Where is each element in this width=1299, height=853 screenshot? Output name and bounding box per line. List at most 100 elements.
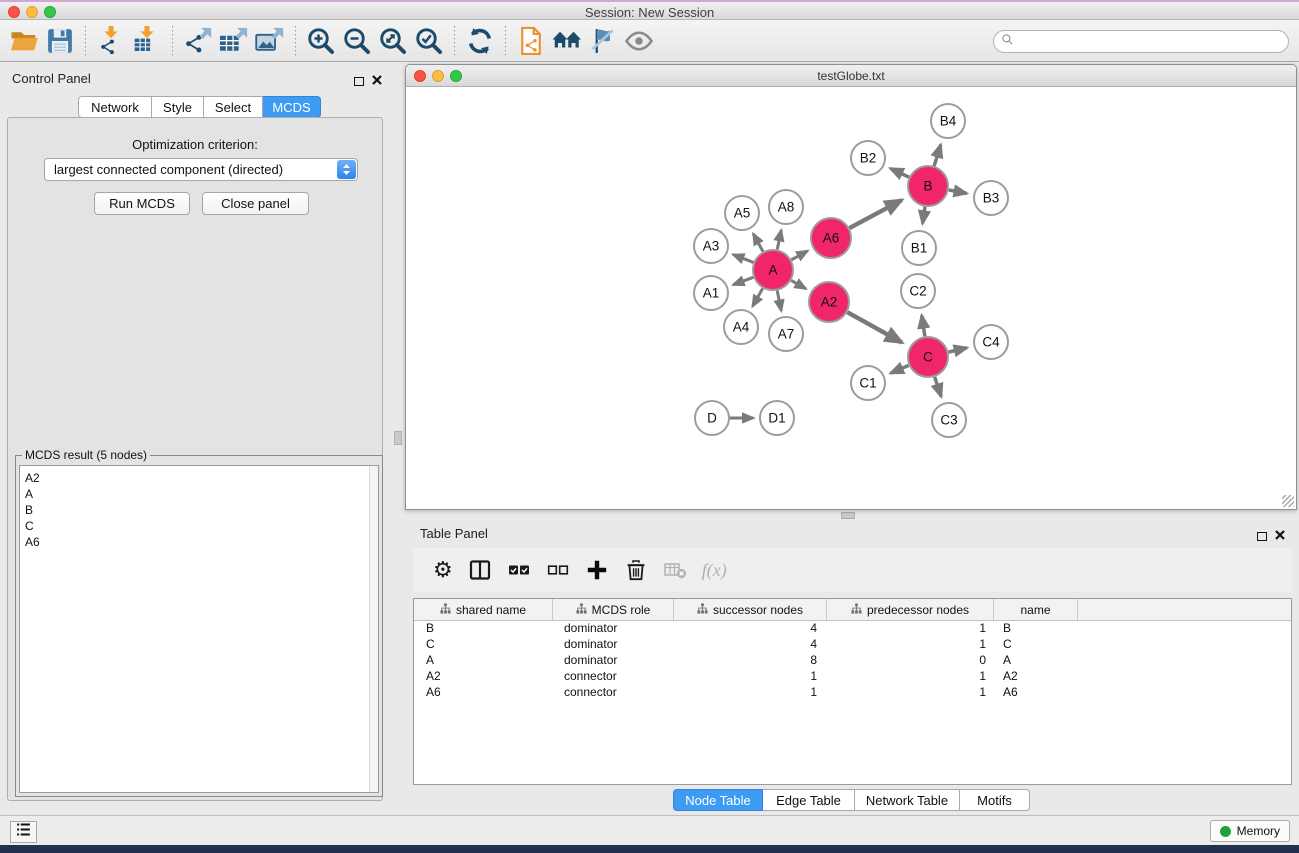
criterion-dropdown[interactable]: largest connected component (directed) bbox=[44, 158, 358, 181]
graph-edge-A6-B[interactable] bbox=[850, 200, 902, 228]
network-window-titlebar[interactable]: testGlobe.txt bbox=[406, 65, 1296, 87]
graph-edge-B-B3[interactable] bbox=[949, 190, 967, 193]
mcds-result-list[interactable]: A2ABCA6 bbox=[19, 465, 379, 793]
toolbar-separator bbox=[85, 26, 86, 56]
graph-edge-C-C3[interactable] bbox=[935, 377, 942, 397]
tab-network-table[interactable]: Network Table bbox=[855, 789, 960, 811]
graph-edge-A-A6[interactable] bbox=[791, 251, 807, 260]
add-column-icon[interactable] bbox=[585, 555, 609, 585]
memory-button[interactable]: Memory bbox=[1210, 820, 1290, 842]
save-session-icon[interactable] bbox=[42, 23, 78, 59]
table-row[interactable]: Cdominator41C bbox=[414, 637, 1291, 653]
graph-edge-C-C1[interactable] bbox=[891, 365, 909, 373]
tab-edge-table[interactable]: Edge Table bbox=[763, 789, 855, 811]
table-cell: A bbox=[414, 653, 553, 669]
network-canvas[interactable]: AA1A2A3A4A5A6A7A8BB1B2B3B4CC1C2C3C4DD1 bbox=[406, 87, 1296, 509]
toolbar-separator bbox=[505, 26, 506, 56]
graph-node-label: A8 bbox=[778, 200, 795, 215]
close-panel-icon[interactable] bbox=[372, 72, 382, 90]
graph-edge-B-B1[interactable] bbox=[923, 207, 925, 224]
export-image-icon[interactable] bbox=[252, 23, 288, 59]
table-cell: A2 bbox=[994, 669, 1078, 685]
criterion-value: largest connected component (directed) bbox=[54, 162, 283, 177]
open-session-icon[interactable] bbox=[6, 23, 42, 59]
tab-node-table[interactable]: Node Table bbox=[673, 789, 763, 811]
column-header-shared-name[interactable]: shared name bbox=[414, 599, 553, 620]
graph-edge-A-A5[interactable] bbox=[753, 234, 763, 252]
float-panel-icon[interactable] bbox=[354, 77, 364, 86]
home-views-icon[interactable] bbox=[549, 23, 585, 59]
mcds-result-groupbox: MCDS result (5 nodes) A2ABCA6 bbox=[15, 455, 383, 797]
delete-column-icon bbox=[663, 555, 687, 585]
table-row[interactable]: A6connector11A6 bbox=[414, 685, 1291, 701]
tab-mcds[interactable]: MCDS bbox=[263, 96, 321, 118]
search-input[interactable] bbox=[1014, 35, 1288, 49]
result-list-item[interactable]: A6 bbox=[25, 534, 378, 550]
network-window-title: testGlobe.txt bbox=[406, 69, 1296, 83]
result-list-item[interactable]: B bbox=[25, 502, 378, 518]
tab-network[interactable]: Network bbox=[78, 96, 152, 118]
zoom-fit-icon[interactable] bbox=[375, 23, 411, 59]
table-row[interactable]: Bdominator41B bbox=[414, 621, 1291, 637]
window-resize-grip[interactable] bbox=[1282, 495, 1294, 507]
eye-toggle-icon[interactable] bbox=[621, 23, 657, 59]
import-network-icon[interactable] bbox=[93, 23, 129, 59]
export-table-icon[interactable] bbox=[216, 23, 252, 59]
new-network-document-icon[interactable] bbox=[513, 23, 549, 59]
graph-edge-A-A8[interactable] bbox=[777, 230, 781, 249]
vertical-split-grip[interactable] bbox=[394, 431, 402, 445]
search-field[interactable] bbox=[993, 30, 1289, 53]
refresh-icon[interactable] bbox=[462, 23, 498, 59]
result-list-item[interactable]: C bbox=[25, 518, 378, 534]
tab-select[interactable]: Select bbox=[204, 96, 263, 118]
node-table[interactable]: shared nameMCDS rolesuccessor nodesprede… bbox=[413, 598, 1292, 785]
graph-node-label: C1 bbox=[859, 376, 876, 391]
graph-edge-C-C4[interactable] bbox=[948, 348, 967, 352]
column-visibility-icon[interactable] bbox=[468, 555, 492, 585]
horizontal-split-grip[interactable] bbox=[841, 512, 855, 519]
graph-edge-C-C2[interactable] bbox=[922, 315, 925, 336]
close-table-panel-icon[interactable] bbox=[1275, 527, 1285, 545]
close-panel-button[interactable]: Close panel bbox=[202, 192, 309, 215]
graph-node-label: A2 bbox=[821, 295, 838, 310]
table-row[interactable]: Adominator80A bbox=[414, 653, 1291, 669]
tab-motifs[interactable]: Motifs bbox=[960, 789, 1030, 811]
export-network-icon[interactable] bbox=[180, 23, 216, 59]
graph-edge-A-A4[interactable] bbox=[753, 288, 763, 306]
tab-style[interactable]: Style bbox=[152, 96, 204, 118]
control-panel: Control Panel NetworkStyleSelectMCDS Opt… bbox=[0, 62, 390, 815]
graph-edge-A-A7[interactable] bbox=[777, 291, 781, 311]
show-panels-button[interactable] bbox=[10, 821, 37, 843]
graph-edge-A2-C[interactable] bbox=[847, 312, 902, 342]
table-panel: Table Panel ⚙f(x) shared nameMCDS rolesu… bbox=[405, 520, 1299, 815]
deselect-all-rows-icon[interactable] bbox=[546, 555, 570, 585]
float-table-panel-icon[interactable] bbox=[1257, 532, 1267, 541]
table-cell: A bbox=[994, 653, 1078, 669]
graph-node-label: D bbox=[707, 411, 717, 426]
graph-edge-A-A2[interactable] bbox=[791, 280, 806, 288]
column-header-MCDS-role[interactable]: MCDS role bbox=[553, 599, 674, 620]
table-cell: A6 bbox=[994, 685, 1078, 701]
import-table-icon[interactable] bbox=[129, 23, 165, 59]
table-settings-icon[interactable]: ⚙ bbox=[433, 555, 453, 585]
graph-edge-A-A1[interactable] bbox=[733, 277, 753, 284]
delete-rows-icon[interactable] bbox=[624, 555, 648, 585]
result-scrollbar[interactable] bbox=[369, 466, 378, 792]
zoom-selected-icon[interactable] bbox=[411, 23, 447, 59]
graph-edge-B-B4[interactable] bbox=[934, 145, 941, 166]
graph-edge-B-B2[interactable] bbox=[890, 168, 909, 177]
result-list-item[interactable]: A2 bbox=[25, 470, 378, 486]
column-header-name[interactable]: name bbox=[994, 599, 1078, 620]
zoom-out-icon[interactable] bbox=[339, 23, 375, 59]
desktop-background bbox=[0, 845, 1299, 853]
result-list-item[interactable]: A bbox=[25, 486, 378, 502]
graph-node-label: A3 bbox=[703, 239, 720, 254]
zoom-in-icon[interactable] bbox=[303, 23, 339, 59]
flag-toggle-icon[interactable] bbox=[585, 23, 621, 59]
run-mcds-button[interactable]: Run MCDS bbox=[94, 192, 190, 215]
table-row[interactable]: A2connector11A2 bbox=[414, 669, 1291, 685]
graph-edge-A-A3[interactable] bbox=[733, 255, 753, 263]
column-header-predecessor-nodes[interactable]: predecessor nodes bbox=[827, 599, 994, 620]
select-all-rows-icon[interactable] bbox=[507, 555, 531, 585]
column-header-successor-nodes[interactable]: successor nodes bbox=[674, 599, 827, 620]
